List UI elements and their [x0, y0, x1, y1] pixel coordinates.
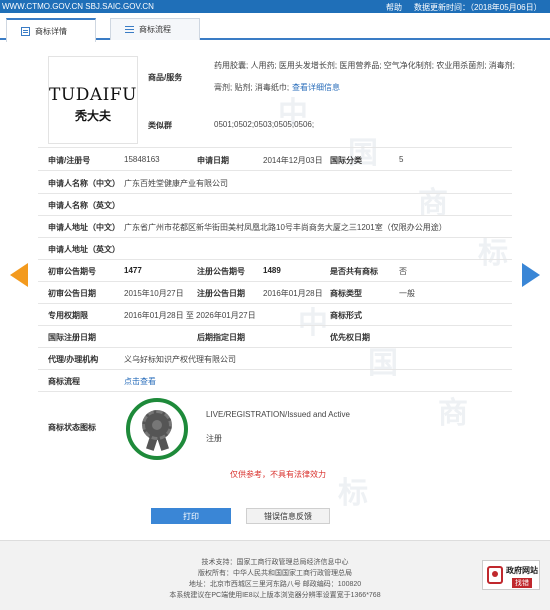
tab-bar: 商标详情 商标流程: [0, 18, 550, 42]
divider: [38, 303, 512, 304]
previous-arrow-icon[interactable]: [10, 263, 28, 287]
trademark-image: TUDAIFU 秃大夫: [48, 56, 138, 144]
priority-date-label: 优先权日期: [330, 333, 370, 342]
applicant-en-label: 申请人名称（英文）: [48, 201, 120, 210]
shared-value: 否: [399, 267, 407, 276]
divider: [38, 215, 512, 216]
trademark-logo-text: TUDAIFU: [49, 85, 137, 105]
badge-title: 政府网站: [506, 566, 538, 575]
tm-type-value: 一般: [399, 289, 415, 298]
tab-label: 商标详情: [35, 26, 67, 36]
divider: [38, 259, 512, 260]
footer-copyright: 版权所有：中华人民共和国国家工商行政管理总局: [198, 570, 352, 577]
footer-tech-support: 技术支持：国家工商行政管理总局经济信息中心: [201, 559, 349, 566]
reg-pub-date-label: 注册公告日期: [197, 289, 245, 298]
process-label: 商标流程: [48, 377, 80, 386]
error-feedback-button[interactable]: 错误信息反馈: [246, 508, 330, 524]
site-url: WWW.CTMO.GOV.CN SBJ.SAIC.GOV.CN: [2, 2, 154, 11]
status-label: 商标状态图标: [48, 423, 96, 432]
trademark-logo-chinese: 秃大夫: [74, 109, 111, 123]
registered-seal-icon: [126, 398, 188, 460]
disclaimer-text: 仅供参考，不具有法律效力: [230, 470, 326, 479]
goods-services-line1: 药用胶囊; 人用药; 医用头发增长剂; 医用营养品; 空气净化制剂; 农业用杀菌…: [214, 61, 515, 70]
print-button[interactable]: 打印: [151, 508, 231, 524]
divider: [38, 147, 512, 148]
reg-pub-date-value: 2016年01月28日: [263, 289, 323, 298]
reg-no-label: 申请/注册号: [48, 156, 91, 165]
divider: [38, 347, 512, 348]
divider: [38, 193, 512, 194]
goods-services-label: 商品/服务: [148, 73, 183, 82]
similar-group-value: 0501;0502;0503;0505;0506;: [214, 120, 315, 129]
reg-pub-no-value: 1489: [263, 266, 281, 275]
gov-site-error-report-badge[interactable]: 政府网站 找错: [482, 560, 540, 590]
prelim-date-label: 初审公告日期: [48, 289, 96, 298]
reg-no-value: 15848163: [124, 155, 160, 164]
app-date-label: 申请日期: [197, 156, 229, 165]
similar-group-label: 类似群: [148, 121, 172, 130]
help-link[interactable]: 帮助: [386, 2, 402, 13]
footer-browser-note: 本系统建议在PC端使用IE8以上版本浏览器分辨率设置宽于1366*768: [169, 592, 381, 599]
watermark-char: 商: [438, 396, 468, 431]
prelim-date-value: 2015年10月27日: [124, 289, 184, 298]
footer-address: 地址：北京市西城区三里河东路八号 邮政编码：100820: [188, 581, 362, 588]
applicant-cn-value: 广东百姓堂健康产业有限公司: [124, 179, 228, 188]
trademark-detail-panel: 中 国 商 标 中 国 商 标 TUDAIFU 秃大夫 商品/服务 药用胶囊; …: [38, 48, 515, 528]
address-en-label: 申请人地址（英文）: [48, 245, 120, 254]
divider: [38, 369, 512, 370]
status-text-en: LIVE/REGISTRATION/Issued and Active: [206, 410, 350, 419]
address-cn-value: 广东省广州市花都区新华街田美村凤凰北路10号丰尚商务大厦之三1201室（仅限办公…: [124, 223, 447, 232]
medal-icon: [142, 410, 172, 440]
agent-label: 代理/办理机构: [48, 355, 99, 364]
watermark-char: 国: [368, 346, 398, 381]
intl-class-label: 国际分类: [330, 156, 362, 165]
tm-type-label: 商标类型: [330, 289, 362, 298]
page-footer: 技术支持：国家工商行政管理总局经济信息中心 版权所有：中华人民共和国国家工商行政…: [0, 540, 550, 610]
top-bar: WWW.CTMO.GOV.CN SBJ.SAIC.GOV.CN 帮助 数据更新时…: [0, 0, 550, 13]
divider: [38, 281, 512, 282]
tab-label: 商标流程: [139, 25, 171, 34]
prelim-no-value: 1477: [124, 266, 142, 275]
prelim-no-label: 初审公告期号: [48, 267, 96, 276]
list-icon: [125, 25, 134, 34]
intl-reg-date-label: 国际注册日期: [48, 333, 96, 342]
divider: [38, 391, 512, 392]
intl-class-value: 5: [399, 155, 404, 164]
shared-label: 是否共有商标: [330, 267, 378, 276]
status-text-cn: 注册: [206, 434, 222, 443]
document-icon: [21, 26, 30, 36]
reg-pub-no-label: 注册公告期号: [197, 267, 245, 276]
tab-trademark-details[interactable]: 商标详情: [6, 18, 96, 42]
next-arrow-icon[interactable]: [522, 263, 540, 287]
address-cn-label: 申请人地址（中文）: [48, 223, 120, 232]
data-update-time: 数据更新时间：（2018年05月06日）: [414, 3, 542, 12]
tab-trademark-process[interactable]: 商标流程: [110, 18, 200, 40]
exclusive-value: 2016年01月28日 至 2026年01月27日: [124, 311, 256, 320]
gov-site-icon: [487, 566, 503, 584]
later-date-label: 后期指定日期: [197, 333, 245, 342]
divider: [38, 237, 512, 238]
watermark-char: 标: [478, 236, 508, 271]
divider: [38, 170, 512, 171]
exclusive-label: 专用权期限: [48, 311, 88, 320]
tm-form-label: 商标形式: [330, 311, 362, 320]
view-details-link[interactable]: 查看详细信息: [292, 82, 340, 93]
watermark-char: 标: [338, 476, 368, 511]
process-link[interactable]: 点击查看: [124, 376, 156, 387]
agent-value: 义乌好标知识产权代理有限公司: [124, 355, 236, 364]
watermark-char: 中: [298, 306, 328, 341]
badge-subtitle: 找错: [512, 578, 532, 588]
goods-services-line2: 膏剂; 贴剂; 消毒纸巾;: [214, 83, 290, 92]
divider: [38, 325, 512, 326]
app-date-value: 2014年12月03日: [263, 156, 323, 165]
applicant-cn-label: 申请人名称（中文）: [48, 179, 120, 188]
